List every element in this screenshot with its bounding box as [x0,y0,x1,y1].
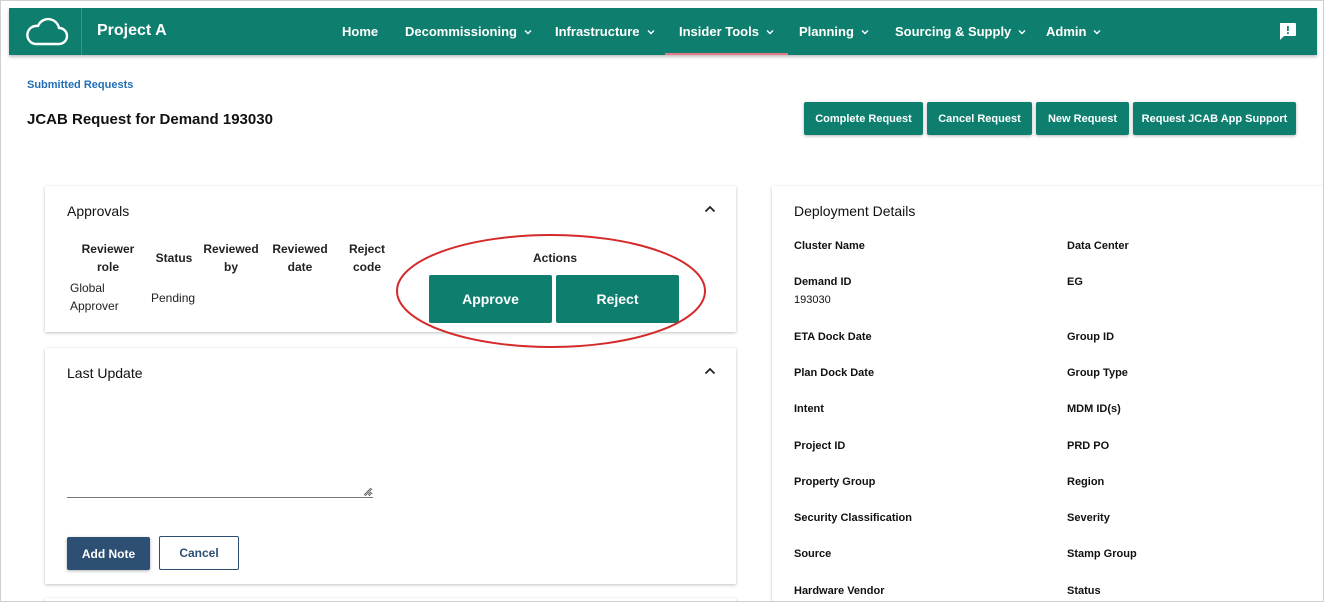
complete-request-button[interactable]: Complete Request [804,102,923,135]
header-line: code [352,260,381,274]
request-app-support-button[interactable]: Request JCAB App Support [1133,102,1296,135]
field-project-id: Project ID [794,440,846,452]
nav-label: Admin [1046,24,1087,39]
nav-label: Insider Tools [679,24,759,39]
header-status: Status [155,251,193,265]
nav-label: Home [342,24,379,39]
field-region: Region [1067,476,1105,488]
field-cluster-name: Cluster Name [794,240,865,252]
last-update-card: Last Update Add Note Cancel [45,348,736,584]
deployment-details-title: Deployment Details [794,203,916,219]
nav-label: Infrastructure [555,24,640,39]
header-reviewed-by: Reviewed by [199,240,263,276]
field-group-id: Group ID [1067,331,1115,343]
header-reviewer-role: Reviewer role [75,240,141,276]
field-eta-dock-date: ETA Dock Date [794,331,872,343]
header-line: Reviewed [272,242,328,256]
header-line: role [96,260,119,274]
cancel-note-button[interactable]: Cancel [159,536,239,570]
field-eg: EG [1067,276,1083,288]
nav-label: Decommissioning [405,24,517,39]
feedback-icon[interactable] [1278,22,1297,41]
field-severity: Severity [1067,512,1110,524]
cell-line: Approver [70,299,119,313]
status-cell: Pending [151,291,196,305]
nav-planning[interactable]: Planning [799,8,869,55]
nav-insider-tools[interactable]: Insider Tools [665,8,788,55]
breadcrumb-submitted-requests[interactable]: Submitted Requests [27,79,133,91]
brand-name[interactable]: Project A [97,22,167,40]
header-line: date [287,260,313,274]
approvals-card: Approvals Reviewer role Status Reviewed … [45,186,736,332]
add-note-button[interactable]: Add Note [67,537,150,570]
page-title: JCAB Request for Demand 193030 [27,111,273,128]
nav-admin[interactable]: Admin [1046,8,1101,55]
cloud-icon[interactable] [23,16,69,48]
field-source: Source [794,548,832,560]
chevron-down-icon [766,29,774,34]
field-demand-id-value: 193030 [794,294,831,306]
approve-button[interactable]: Approve [429,275,552,323]
nav-sourcing-supply[interactable]: Sourcing & Supply [895,8,1026,55]
nav-decommissioning[interactable]: Decommissioning [405,8,532,55]
field-hardware-vendor: Hardware Vendor [794,585,885,597]
nav-home[interactable]: Home [342,8,378,55]
new-request-button[interactable]: New Request [1036,102,1129,135]
chevron-up-icon[interactable] [704,367,716,375]
chevron-up-icon[interactable] [704,205,716,213]
header-reviewed-date: Reviewed date [268,240,332,276]
cancel-request-button[interactable]: Cancel Request [927,102,1032,135]
header-line: Reject [348,242,386,256]
field-property-group: Property Group [794,476,876,488]
next-card [45,598,736,601]
field-security-classification: Security Classification [794,512,912,524]
header-line: by [223,260,238,274]
resize-grip-icon[interactable] [363,487,372,496]
chevron-down-icon [524,29,532,34]
header-line: Reviewer [81,242,135,256]
last-update-title: Last Update [67,365,143,381]
field-prd-po: PRD PO [1067,440,1110,452]
chevron-down-icon [1018,29,1026,34]
top-navbar: Project A Home Decommissioning Infrastru… [9,8,1317,55]
nav-infrastructure[interactable]: Infrastructure [555,8,655,55]
header-reject-code: Reject code [337,240,397,276]
field-plan-dock-date: Plan Dock Date [794,367,875,379]
reviewer-role-cell: Global Approver [70,279,119,315]
field-intent: Intent [794,403,824,415]
chevron-down-icon [1093,29,1101,34]
field-stamp-group: Stamp Group [1067,548,1137,560]
header-line: Reviewed [203,242,259,256]
cell-line: Global [70,281,105,295]
field-status: Status [1067,585,1101,597]
chevron-down-icon [861,29,869,34]
reject-button[interactable]: Reject [556,275,679,323]
header-actions: Actions [532,251,577,265]
field-demand-id: Demand ID [794,276,852,288]
field-group-type: Group Type [1067,367,1128,379]
field-mdm-ids: MDM ID(s) [1067,403,1121,415]
nav-label: Planning [799,24,854,39]
approvals-title: Approvals [67,203,130,219]
brand-divider [81,8,82,55]
chevron-down-icon [647,29,655,34]
note-textarea[interactable] [67,408,373,498]
nav-label: Sourcing & Supply [895,24,1012,39]
field-data-center: Data Center [1067,240,1129,252]
app-window: Project A Home Decommissioning Infrastru… [0,0,1324,602]
